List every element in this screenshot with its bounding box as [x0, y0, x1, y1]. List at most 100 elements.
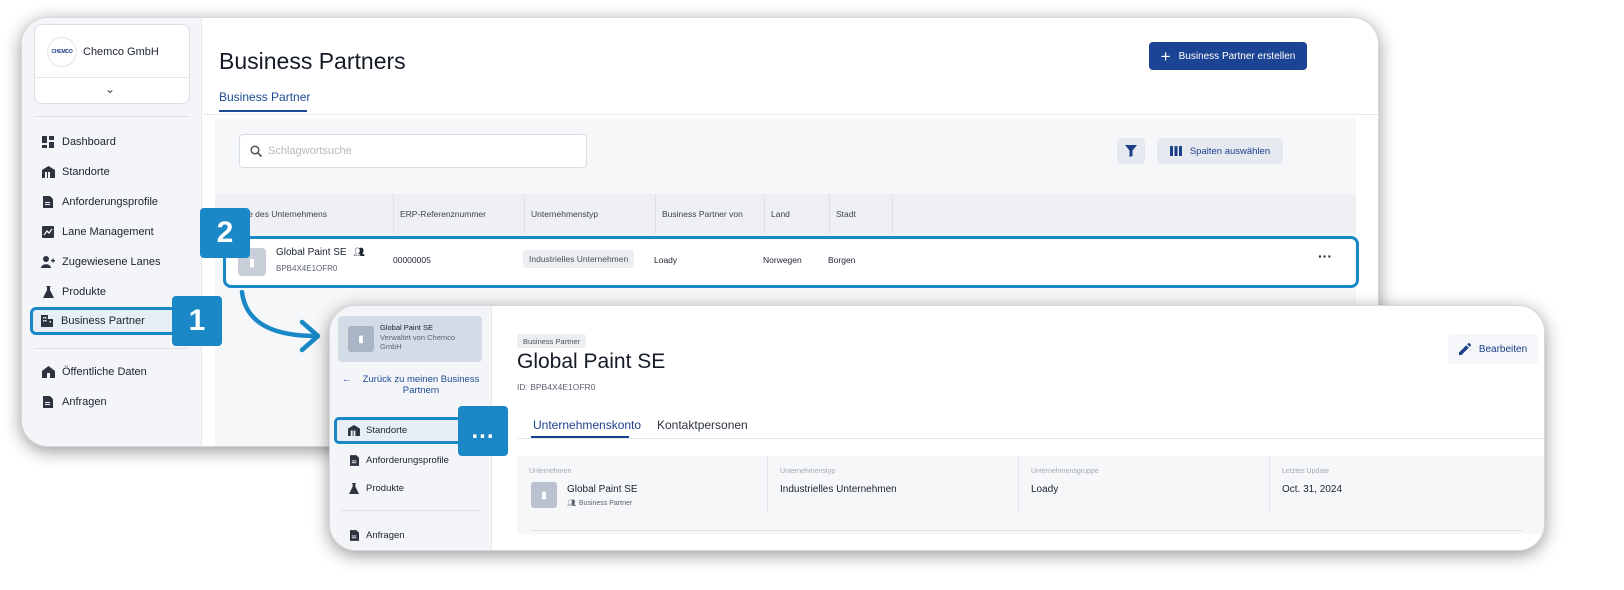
row-company-id: BPB4X4E1OFR0	[276, 264, 338, 273]
select-columns-button[interactable]: Spalten auswählen	[1157, 138, 1283, 164]
building-icon: ▮	[531, 482, 557, 508]
sidebar-item-label: Anfragen	[366, 529, 405, 541]
chevron-down-icon[interactable]: ⌄	[105, 82, 115, 96]
column-header[interactable]: Land	[764, 194, 790, 234]
row-partner-of: Loady	[654, 255, 678, 265]
active-tab-indicator	[219, 110, 307, 112]
business-partner-context[interactable]: ▮ Global Paint SE Verwaltet von Chemco G…	[338, 316, 482, 362]
chart-icon	[34, 226, 62, 238]
info-company-sub: 👥︎ Business Partner	[567, 500, 633, 507]
row-company-name: Global Paint SE 👥︎	[276, 247, 365, 258]
back-to-business-partners-link[interactable]: ← Zurück zu meinen Business Partnern	[342, 374, 482, 397]
more-options-icon[interactable]: ···	[1318, 248, 1332, 264]
info-label: Letztes Update	[1282, 468, 1330, 475]
people-icon: 👥︎	[567, 500, 576, 507]
person-add-icon	[34, 256, 62, 268]
company-info-panel: Unternehmen ▮ Global Paint SE 👥︎ Business…	[517, 456, 1544, 534]
info-value: Loady	[1031, 484, 1059, 495]
sidebar-item-label: Standorte	[62, 166, 110, 178]
page-title: Global Paint SE	[517, 350, 666, 373]
column-header[interactable]: Unternehmenstyp	[524, 194, 598, 234]
column-header[interactable]: ERP-Referenznummer	[393, 194, 486, 234]
search-input[interactable]	[268, 145, 568, 157]
filter-button[interactable]	[1117, 138, 1145, 164]
tab-kontaktpersonen[interactable]: Kontaktpersonen	[657, 418, 748, 432]
table-row[interactable]: ▮ Global Paint SE 👥︎ BPB4X4E1OFR0 000000…	[223, 236, 1359, 288]
sidebar-item-zugewiesene-lanes[interactable]: Zugewiesene Lanes	[34, 249, 194, 275]
sidebar-item-label: Zugewiesene Lanes	[62, 256, 161, 268]
search-icon	[250, 145, 262, 157]
sidebar-item-anfragen[interactable]: Anfragen	[34, 389, 194, 415]
info-company-type: Unternehmenstyp Industrielles Unternehme…	[767, 456, 1018, 512]
sidebar-item-label: Anfragen	[62, 396, 107, 408]
row-erp-number: 00000005	[393, 255, 431, 265]
tab-business-partner[interactable]: Business Partner	[219, 90, 310, 104]
button-label: Business Partner erstellen	[1178, 50, 1296, 62]
info-label: Unternehmen	[529, 468, 572, 475]
sidebar-item-produkte[interactable]: Produkte	[342, 476, 492, 500]
columns-icon	[1169, 146, 1182, 156]
divider	[203, 114, 1378, 115]
context-name: Global Paint SE	[380, 323, 433, 332]
sidebar-item-anfragen[interactable]: Anfragen	[342, 523, 492, 547]
sidebar-item-dashboard[interactable]: Dashboard	[34, 129, 194, 155]
table-header: me des Unternehmens ERP-Referenznummer U…	[215, 194, 1356, 234]
plus-icon: +	[1160, 46, 1171, 66]
pencil-icon	[1458, 343, 1471, 355]
info-value: Industrielles Unternehmen	[780, 484, 897, 495]
info-last-update: Letztes Update Oct. 31, 2024	[1269, 456, 1544, 512]
company-switcher[interactable]: CHEMCO Chemco GmbH ⌄	[34, 24, 190, 104]
people-icon: 👥︎	[353, 247, 365, 257]
sidebar: CHEMCO Chemco GmbH ⌄ Dashboard Standorte…	[22, 18, 210, 446]
divider	[340, 510, 481, 511]
tab-unternehmenskonto[interactable]: Unternehmenskonto	[533, 418, 641, 432]
flask-icon	[342, 482, 366, 494]
row-company-type: Industrielles Unternehmen	[523, 250, 635, 268]
building-icon: ▮	[348, 326, 374, 352]
sidebar-item-lane-management[interactable]: Lane Management	[34, 219, 194, 245]
detail-content: Business Partner Global Paint SE ID: BPB…	[493, 306, 1544, 550]
document-icon	[34, 396, 62, 408]
back-link-label: Zurück zu meinen Business Partnern	[362, 374, 480, 397]
sidebar-item-label: Business Partner	[61, 315, 145, 327]
button-label: Spalten auswählen	[1189, 145, 1271, 157]
row-city: Borgen	[828, 255, 856, 265]
divider	[517, 438, 1544, 439]
info-company-name: Global Paint SE	[567, 484, 638, 495]
sidebar-item-label: Standorte	[366, 425, 408, 436]
create-business-partner-button[interactable]: + Business Partner erstellen	[1149, 42, 1307, 70]
sidebar-item-label: Dashboard	[62, 136, 116, 148]
sidebar-item-label: Öffentliche Daten	[62, 366, 147, 378]
search-field[interactable]	[239, 134, 587, 168]
sidebar-item-anforderungsprofile[interactable]: Anforderungsprofile	[34, 189, 194, 215]
column-header[interactable]: Stadt	[829, 194, 856, 234]
arrow-left-icon: ←	[342, 374, 352, 385]
document-icon	[342, 529, 366, 541]
divider	[34, 116, 189, 117]
sidebar-item-label: Produkte	[366, 482, 405, 494]
page-title: Business Partners	[219, 48, 406, 74]
info-company-group: Unternehmensgruppe Loady	[1018, 456, 1269, 512]
sidebar-item-oeffentliche-daten[interactable]: Öffentliche Daten	[34, 359, 194, 385]
sidebar-item-label: Anforderungsprofile	[366, 454, 449, 466]
flow-arrow-icon	[239, 290, 321, 353]
document-icon	[34, 196, 62, 208]
entity-type-chip: Business Partner	[517, 334, 587, 348]
info-company: Unternehmen ▮ Global Paint SE 👥︎ Business…	[517, 456, 767, 512]
filter-icon	[1125, 145, 1137, 157]
sidebar-item-label: Lane Management	[62, 226, 154, 238]
info-label: Unternehmenstyp	[780, 468, 836, 475]
step-badge-1: 1	[172, 296, 222, 346]
business-partner-detail-window: ▮ Global Paint SE Verwaltet von Chemco G…	[330, 306, 1544, 550]
edit-button[interactable]: Bearbeiten	[1448, 334, 1538, 364]
business-partner-id: ID: BPB4X4E1OFR0	[517, 382, 596, 392]
sidebar-item-standorte[interactable]: Standorte	[34, 159, 194, 185]
dashboard-icon	[34, 136, 62, 148]
sidebar-item-produkte[interactable]: Produkte	[34, 279, 194, 305]
divider	[35, 77, 189, 78]
document-icon	[342, 454, 366, 466]
warehouse-icon	[342, 425, 366, 436]
company-name: Chemco GmbH	[83, 46, 159, 58]
column-header[interactable]: Business Partner von	[655, 194, 743, 234]
flask-icon	[34, 286, 62, 298]
